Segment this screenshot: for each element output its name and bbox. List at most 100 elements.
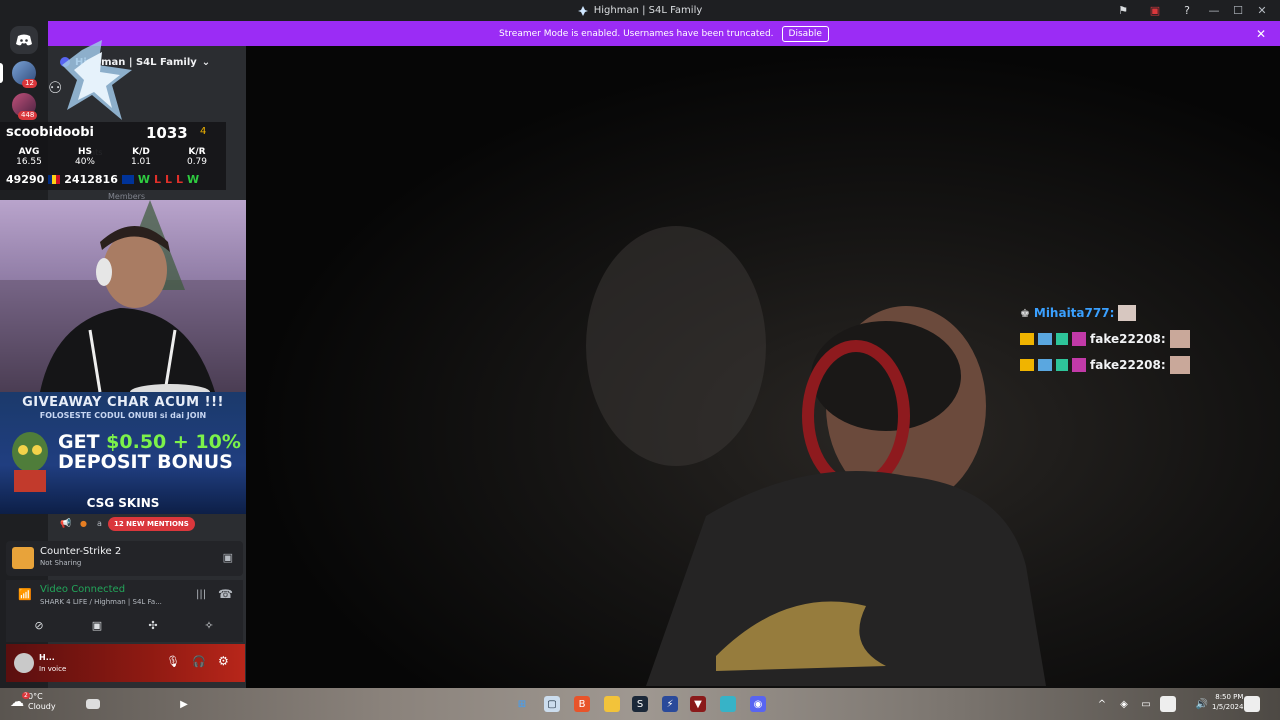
result-5: W: [187, 173, 200, 186]
webcam-image: [0, 200, 246, 392]
eu-flag-icon: [121, 175, 134, 184]
bonus-amount: $0.50 + 10%: [106, 431, 241, 453]
result-1: W: [137, 173, 150, 186]
user-status: In voice: [39, 665, 67, 673]
stat-label: K/D: [132, 147, 150, 157]
mod-badge-icon: [1038, 359, 1052, 371]
cs2-icon: [12, 547, 34, 569]
stat-value: 1.01: [130, 157, 152, 167]
chat-emote: [1118, 305, 1137, 321]
chat-user-icon: ♚: [1020, 306, 1030, 320]
voice-connection-panel: 📶 Video Connected SHARK 4 LIFE / Highman…: [6, 580, 243, 642]
microphone-icon[interactable]: 🎙: [166, 655, 180, 668]
clock-time: 8:50 PM: [1215, 693, 1244, 701]
close-window-button[interactable]: ✕: [1250, 0, 1274, 21]
bonus-get: GET: [58, 431, 107, 453]
play-icon[interactable]: ▶: [176, 696, 192, 712]
noise-suppression-icon[interactable]: |||: [196, 589, 206, 600]
chat-message: fake22208:: [1020, 326, 1190, 352]
user-name: H...: [39, 653, 55, 662]
discord-home-button[interactable]: [10, 26, 38, 54]
avatar[interactable]: [14, 653, 34, 673]
giveaway-headline: GIVEAWAY CHAR ACUM !!!: [22, 395, 224, 410]
crown-badge-icon: [1020, 333, 1034, 345]
battery-icon[interactable]: ▭: [1138, 696, 1154, 712]
s4l-logo: [62, 40, 132, 120]
screen-share-alert-icon[interactable]: ▣: [1148, 3, 1162, 17]
voice-status: Video Connected: [40, 584, 126, 595]
stat-label: HS: [77, 147, 92, 157]
camera-off-icon[interactable]: ⊘: [28, 616, 50, 634]
banner-message: Streamer Mode is enabled. Usernames have…: [499, 28, 774, 39]
maximize-button[interactable]: ☐: [1226, 0, 1250, 21]
player-name: scoobidoobi: [6, 125, 94, 140]
window-titlebar: Highman | S4L Family ⚑ ▣ ? — ☐ ✕: [0, 0, 1280, 21]
task-view-icon[interactable]: ▢: [544, 696, 560, 712]
faceit-icon[interactable]: ▼: [690, 696, 706, 712]
notification-icon[interactable]: [1244, 696, 1260, 712]
volume-icon[interactable]: 🔊: [1194, 696, 1210, 712]
headphones-icon[interactable]: 🎧: [192, 655, 206, 668]
clock[interactable]: 8:50 PM 1/5/2024: [1212, 692, 1243, 712]
promo-brand: CSG SKINS: [86, 496, 160, 510]
screen-share-icon[interactable]: ▣: [86, 616, 108, 634]
promo-banner: GIVEAWAY CHAR ACUM !!! FOLOSESTE CODUL O…: [0, 392, 246, 514]
weather-notif-badge: 2: [22, 692, 30, 699]
soundboard-icon[interactable]: ✧: [198, 616, 220, 634]
fire-icon: ●: [80, 519, 87, 528]
chat-username: fake22208:: [1090, 358, 1166, 372]
user-panel: H... In voice 🎙 🎧 ⚙: [6, 644, 245, 682]
invite-user-icon[interactable]: ⚇: [48, 78, 62, 97]
game-activity-card: Counter-Strike 2 Not Sharing ▣: [6, 541, 243, 576]
media-widget-icon[interactable]: [86, 699, 100, 709]
romania-flag-icon: [48, 175, 61, 184]
chat-emote: [1169, 330, 1190, 348]
discord-logo-icon: [16, 34, 32, 46]
steam-icon[interactable]: S: [632, 696, 648, 712]
file-explorer-icon[interactable]: [604, 696, 620, 712]
chevron-down-icon: ⌄: [201, 56, 211, 68]
rank-row: 49290 2412816 W L L L W: [6, 173, 199, 186]
network-icon[interactable]: ◈: [1116, 696, 1132, 712]
clock-date: 1/5/2024: [1212, 703, 1244, 711]
bonus-line-2: DEPOSIT BONUS: [58, 451, 233, 473]
gift-badge-icon: [1056, 359, 1068, 371]
discord-taskbar-icon[interactable]: ◉: [750, 696, 766, 712]
chat-message: ♚ Mihaita777:: [1020, 300, 1190, 326]
window-title-text: Highman | S4L Family: [593, 5, 703, 16]
world-rank: 49290: [6, 173, 45, 186]
inbox-flag-icon[interactable]: ⚑: [1116, 3, 1130, 17]
app-icon[interactable]: [720, 696, 736, 712]
server-badge-2: 448: [18, 111, 38, 120]
sub-badge-icon: [1072, 358, 1086, 372]
chat-tray-icon[interactable]: [1160, 696, 1176, 712]
disable-streamer-mode-button[interactable]: Disable: [781, 25, 829, 42]
webcam-feed: [0, 200, 246, 392]
stat-label: AVG: [18, 147, 40, 157]
stat-kd: K/D 1.01: [116, 147, 166, 167]
banner-close-icon[interactable]: ✕: [1256, 27, 1266, 41]
giveaway-subline: FOLOSESTE CODUL ONUBI si dai JOIN: [39, 411, 207, 420]
result-3: L: [165, 173, 173, 186]
stat-value: 40%: [74, 157, 95, 167]
sub-badge-icon: [1072, 332, 1086, 346]
active-server-pill: [0, 63, 3, 83]
new-mentions-badge[interactable]: 12 NEW MENTIONS: [108, 517, 195, 531]
minimize-button[interactable]: —: [1202, 0, 1226, 21]
megaphone-icon: 📢: [60, 519, 72, 529]
windows-start-icon[interactable]: ⊞: [514, 696, 530, 712]
disconnect-icon[interactable]: ☎: [218, 587, 233, 601]
brave-browser-icon[interactable]: B: [574, 696, 590, 712]
settings-gear-icon[interactable]: ⚙: [218, 654, 229, 668]
result-2: L: [154, 173, 162, 186]
signal-icon[interactable]: 📶: [18, 588, 32, 601]
weather-widget[interactable]: ☁ 2 0°C Cloudy: [10, 692, 56, 712]
gift-badge-icon: [1056, 333, 1068, 345]
share-screen-icon[interactable]: ▣: [223, 551, 233, 564]
chat-overlay: ♚ Mihaita777: fake22208: fake22208:: [1020, 300, 1190, 378]
mention-partial: a: [97, 519, 102, 528]
help-icon[interactable]: ?: [1180, 3, 1194, 17]
activities-icon[interactable]: ✣: [142, 616, 164, 634]
tray-chevron-icon[interactable]: ^: [1094, 696, 1110, 712]
s4l-app-icon[interactable]: ⚡: [662, 696, 678, 712]
